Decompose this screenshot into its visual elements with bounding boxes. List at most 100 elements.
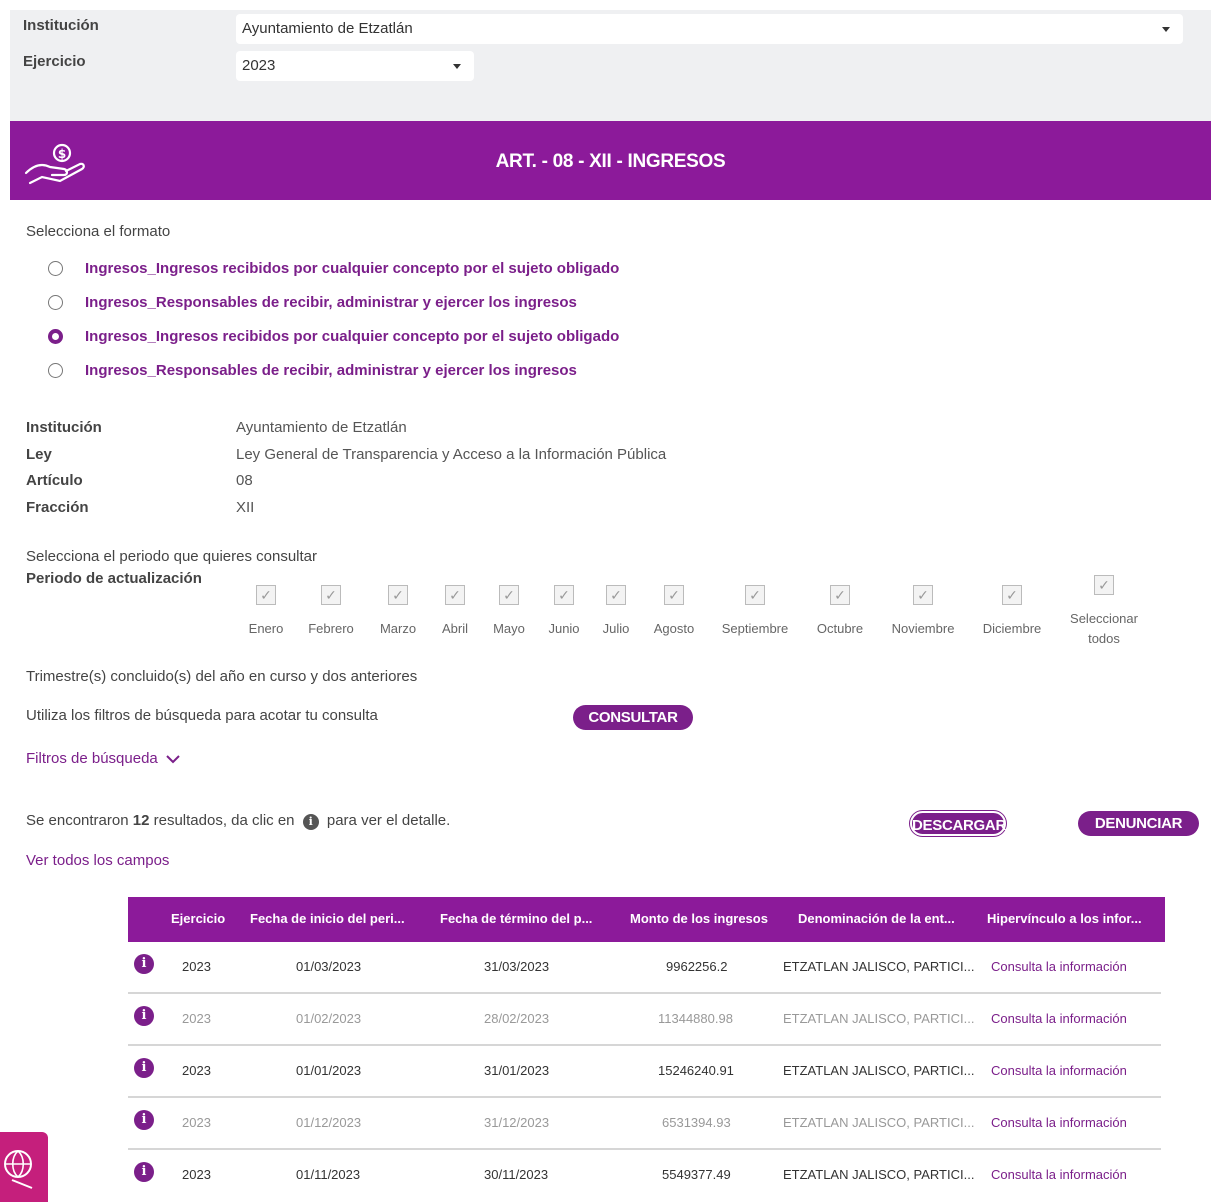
cell-ejercicio: 2023 <box>182 1167 211 1182</box>
info-institucion-label: Institución <box>26 419 102 436</box>
checkbox-abril[interactable]: ✓ <box>445 585 465 605</box>
month-label-agosto: Agosto <box>653 621 695 636</box>
info-icon[interactable]: i <box>134 1110 154 1130</box>
cell-denominacion: ETZATLAN JALISCO, PARTICI... <box>783 1011 975 1026</box>
filtros-toggle[interactable]: Filtros de búsqueda <box>26 750 180 767</box>
checkbox-seleccionar-todos[interactable]: ✓ <box>1094 575 1114 595</box>
results-text-mid: resultados, da clic en <box>153 812 295 829</box>
table-row: i 2023 01/11/2023 30/11/2023 5549377.49 … <box>128 1150 1161 1202</box>
info-ley-label: Ley <box>26 446 52 463</box>
cell-inicio: 01/12/2023 <box>296 1115 362 1130</box>
cell-denominacion: ETZATLAN JALISCO, PARTICI... <box>783 959 975 974</box>
checkbox-diciembre[interactable]: ✓ <box>1002 585 1022 605</box>
column-header[interactable]: Fecha de inicio del peri... <box>250 911 405 926</box>
info-icon[interactable]: i <box>134 1006 154 1026</box>
page-title: ART. - 08 - XII - INGRESOS <box>495 151 726 172</box>
checkbox-enero[interactable]: ✓ <box>256 585 276 605</box>
cell-link[interactable]: Consulta la información <box>991 1011 1127 1026</box>
periodo-label: Periodo de actualización <box>26 570 202 587</box>
table-row: i 2023 01/01/2023 31/01/2023 15246240.91… <box>128 1046 1161 1098</box>
info-icon: i <box>302 814 319 830</box>
periodo-note: Trimestre(s) concluido(s) del año en cur… <box>26 668 418 685</box>
checkbox-marzo[interactable]: ✓ <box>388 585 408 605</box>
radio-button-selected[interactable] <box>48 329 63 344</box>
ejercicio-select[interactable]: 2023 <box>236 51 474 81</box>
info-fraccion-label: Fracción <box>26 499 89 516</box>
cell-ejercicio: 2023 <box>182 1115 211 1130</box>
cell-monto: 9962256.2 <box>666 959 728 974</box>
checkbox-julio[interactable]: ✓ <box>606 585 626 605</box>
cell-monto: 6531394.93 <box>662 1115 731 1130</box>
checkbox-septiembre[interactable]: ✓ <box>745 585 765 605</box>
month-label-septiembre: Septiembre <box>721 621 789 636</box>
month-label-abril: Abril <box>441 621 469 636</box>
select-all-label-1: Seleccionar <box>1070 611 1138 626</box>
cell-termino: 28/02/2023 <box>484 1011 550 1026</box>
month-label-marzo: Marzo <box>379 621 417 636</box>
ver-todos-link[interactable]: Ver todos los campos <box>26 852 169 869</box>
chevron-down-icon <box>1162 27 1170 32</box>
globe-icon <box>4 1150 33 1189</box>
cell-link[interactable]: Consulta la información <box>991 1167 1127 1182</box>
radio-button[interactable] <box>48 295 63 310</box>
info-icon[interactable]: i <box>134 1162 154 1182</box>
info-icon[interactable]: i <box>134 954 154 974</box>
results-summary: Se encontraron 12 resultados, da clic en… <box>26 812 450 830</box>
info-articulo-label: Artículo <box>26 472 83 489</box>
radio-button[interactable] <box>48 363 63 378</box>
ejercicio-label: Ejercicio <box>23 53 86 70</box>
denunciar-button[interactable]: DENUNCIAR <box>1078 811 1199 836</box>
filtros-label[interactable]: Filtros de búsqueda <box>26 750 158 767</box>
formato-option-label[interactable]: Ingresos_Responsables de recibir, admini… <box>85 362 577 379</box>
column-header[interactable]: Denominación de la ent... <box>798 911 955 926</box>
table-row: i 2023 01/03/2023 31/03/2023 9962256.2 E… <box>128 942 1161 994</box>
cell-termino: 31/01/2023 <box>484 1063 550 1078</box>
consultar-button[interactable]: CONSULTAR <box>573 705 693 730</box>
cell-denominacion: ETZATLAN JALISCO, PARTICI... <box>783 1063 975 1078</box>
checkbox-mayo[interactable]: ✓ <box>499 585 519 605</box>
info-icon[interactable]: i <box>134 1058 154 1078</box>
select-all-label-2: todos <box>1088 631 1120 646</box>
month-label-mayo: Mayo <box>493 621 525 636</box>
column-header[interactable]: Fecha de término del p... <box>440 911 592 926</box>
formato-option-label[interactable]: Ingresos_Ingresos recibidos por cualquie… <box>85 328 619 345</box>
checkbox-noviembre[interactable]: ✓ <box>913 585 933 605</box>
column-header[interactable]: Ejercicio <box>171 911 225 926</box>
month-label-diciembre: Diciembre <box>982 621 1042 636</box>
cell-link[interactable]: Consulta la información <box>991 1115 1127 1130</box>
radio-button[interactable] <box>48 261 63 276</box>
formato-prompt: Selecciona el formato <box>26 223 171 240</box>
column-header[interactable]: Hipervínculo a los infor... <box>987 911 1142 926</box>
descargar-button[interactable]: DESCARGAR <box>910 811 1006 836</box>
checkbox-febrero[interactable]: ✓ <box>321 585 341 605</box>
formato-option-label[interactable]: Ingresos_Responsables de recibir, admini… <box>85 294 577 311</box>
cell-ejercicio: 2023 <box>182 959 211 974</box>
cell-denominacion: ETZATLAN JALISCO, PARTICI... <box>783 1115 975 1130</box>
results-count: 12 <box>132 812 150 829</box>
ejercicio-select-value: 2023 <box>242 57 276 74</box>
cell-termino: 30/11/2023 <box>484 1167 549 1182</box>
cell-ejercicio: 2023 <box>182 1011 211 1026</box>
cell-link[interactable]: Consulta la información <box>991 1063 1127 1078</box>
checkbox-octubre[interactable]: ✓ <box>830 585 850 605</box>
checkbox-junio[interactable]: ✓ <box>554 585 574 605</box>
institucion-select[interactable]: Ayuntamiento de Etzatlán <box>236 14 1183 44</box>
results-text-post: para ver el detalle. <box>326 812 451 829</box>
cell-inicio: 01/03/2023 <box>296 959 362 974</box>
section-banner: $ ART. - 08 - XII - INGRESOS <box>10 121 1211 200</box>
cell-inicio: 01/11/2023 <box>296 1167 361 1182</box>
info-articulo-value: 08 <box>236 472 253 489</box>
checkbox-agosto[interactable]: ✓ <box>664 585 684 605</box>
column-header[interactable]: Monto de los ingresos <box>630 911 768 926</box>
cell-termino: 31/03/2023 <box>484 959 550 974</box>
formato-option-label[interactable]: Ingresos_Ingresos recibidos por cualquie… <box>85 260 619 277</box>
search-hint: Utiliza los filtros de búsqueda para aco… <box>26 707 378 724</box>
cell-link[interactable]: Consulta la información <box>991 959 1127 974</box>
cell-inicio: 01/01/2023 <box>296 1063 362 1078</box>
floating-help-button[interactable] <box>0 1132 48 1202</box>
institucion-label: Institución <box>23 17 99 34</box>
month-label-julio: Julio <box>602 621 630 636</box>
info-ley-value: Ley General de Transparencia y Acceso a … <box>236 446 667 463</box>
cell-monto: 11344880.98 <box>658 1011 733 1026</box>
month-label-febrero: Febrero <box>308 621 354 636</box>
